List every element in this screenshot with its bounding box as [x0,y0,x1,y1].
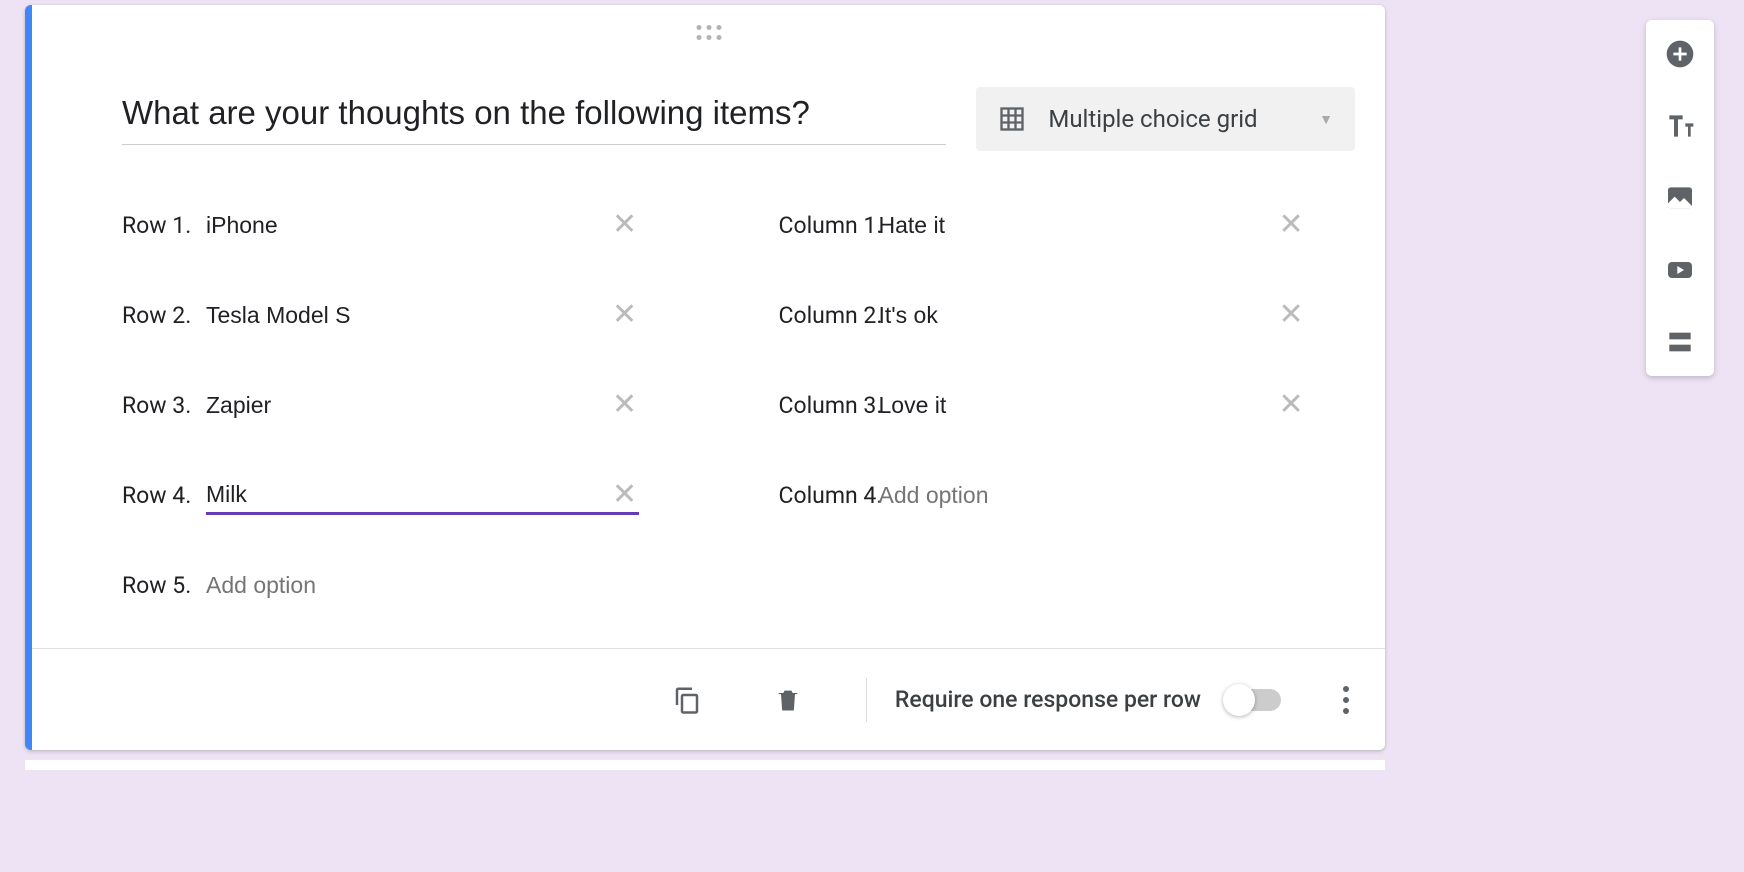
remove-row-button[interactable]: ✕ [606,294,643,336]
duplicate-button[interactable] [658,671,716,729]
delete-button[interactable] [760,671,816,729]
remove-row-button[interactable]: ✕ [606,384,643,426]
row-option: Row 5. [122,540,639,630]
add-video-button[interactable] [1664,254,1696,286]
floating-toolbar [1646,20,1714,376]
row-value-input[interactable] [206,566,639,605]
row-option: Row 1.✕ [122,180,639,270]
column-value-input[interactable] [879,296,1296,335]
add-question-button[interactable] [1664,38,1696,70]
row-value-input[interactable] [206,296,639,335]
question-title-input[interactable] [122,94,946,145]
row-option: Row 3.✕ [122,360,639,450]
row-option: Row 4.✕ [122,450,639,540]
drag-handle-icon[interactable] [696,25,721,40]
rows-section: Row 1.✕Row 2.✕Row 3.✕Row 4.✕Row 5. [122,180,639,630]
more-options-button[interactable] [1333,676,1359,724]
add-section-button[interactable] [1664,326,1696,358]
remove-row-button[interactable]: ✕ [606,474,643,516]
column-option: Column 2.✕ [779,270,1296,360]
question-footer: Require one response per row [32,648,1385,750]
add-image-button[interactable] [1664,182,1696,214]
add-title-button[interactable] [1664,110,1696,142]
toggle-knob [1223,684,1255,716]
remove-row-button[interactable]: ✕ [606,204,643,246]
remove-column-button[interactable]: ✕ [1273,384,1310,426]
question-header: Multiple choice grid ▼ [122,87,1355,151]
column-option: Column 4. [779,450,1296,540]
row-value-input[interactable] [206,475,639,515]
remove-column-button[interactable]: ✕ [1273,204,1310,246]
require-response-label: Require one response per row [895,686,1201,713]
row-option: Row 2.✕ [122,270,639,360]
next-card-edge [25,760,1385,770]
require-response-toggle[interactable] [1225,689,1281,711]
chevron-down-icon: ▼ [1319,111,1333,128]
grid-options: Row 1.✕Row 2.✕Row 3.✕Row 4.✕Row 5. Colum… [122,180,1295,630]
columns-section: Column 1.✕Column 2.✕Column 3.✕Column 4. [779,180,1296,630]
question-type-selector[interactable]: Multiple choice grid ▼ [976,87,1355,151]
column-option: Column 1.✕ [779,180,1296,270]
column-value-input[interactable] [879,476,1296,515]
row-value-input[interactable] [206,206,639,245]
question-card: Multiple choice grid ▼ Row 1.✕Row 2.✕Row… [25,5,1385,750]
row-value-input[interactable] [206,386,639,425]
column-option: Column 3.✕ [779,360,1296,450]
footer-divider [866,678,867,722]
grid-icon [998,105,1026,133]
question-type-label: Multiple choice grid [1048,105,1297,133]
column-value-input[interactable] [879,206,1296,245]
column-value-input[interactable] [879,386,1296,425]
remove-column-button[interactable]: ✕ [1273,294,1310,336]
